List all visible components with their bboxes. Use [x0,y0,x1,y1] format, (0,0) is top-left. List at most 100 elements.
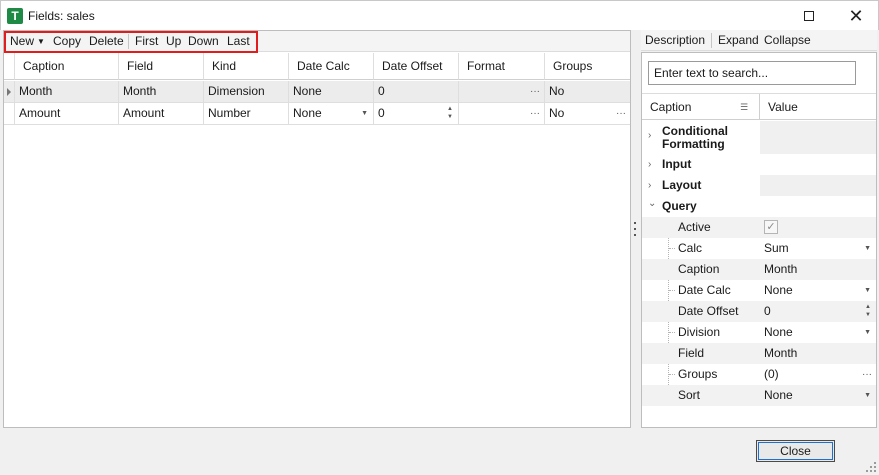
cell-kind[interactable]: Dimension [204,81,289,103]
chevron-right-icon[interactable]: › [648,129,651,142]
up-button[interactable]: Up [166,34,181,48]
property-row-sort[interactable]: Sort None ▼ [642,385,876,406]
ellipsis-icon[interactable]: ··· [530,81,540,102]
window-title: Fields: sales [28,9,95,23]
property-value-text: None [764,283,793,297]
first-button[interactable]: First [135,34,158,48]
property-row-groups[interactable]: Groups (0) ··· [642,364,876,385]
col-header-date-offset[interactable]: Date Offset [374,53,459,80]
cell-kind[interactable]: Number [204,103,289,125]
cell-field[interactable]: Amount [119,103,204,125]
last-button[interactable]: Last [227,34,250,48]
spin-arrows-icon[interactable]: ▲ ▼ [865,303,871,319]
property-value[interactable]: Month [760,343,876,364]
cell-date-calc-value: None [293,106,322,120]
property-search-input[interactable] [648,61,856,85]
col-header-date-calc[interactable]: Date Calc [289,53,374,80]
current-row-arrow-icon [7,88,11,96]
property-value[interactable]: Sum ▼ [760,238,876,259]
property-row-date-calc[interactable]: Date Calc None ▼ [642,280,876,301]
chevron-right-icon[interactable]: › [648,154,651,175]
col-header-caption[interactable]: Caption [15,53,119,80]
new-button[interactable]: New ▼ [10,34,45,48]
property-value[interactable]: ✓ [760,217,876,238]
col-header-format[interactable]: Format [459,53,545,80]
property-value[interactable]: None ▼ [760,322,876,343]
chevron-down-icon[interactable]: ⌄ [648,193,656,214]
copy-button[interactable]: Copy [53,34,81,48]
expand-button[interactable]: Expand [718,33,759,47]
chevron-down-icon[interactable]: ▼ [864,238,871,259]
maximize-button[interactable] [786,1,832,31]
category-label: › Layout [642,175,760,196]
prop-col-header-value[interactable]: Value [760,94,876,120]
property-value[interactable]: None ▼ [760,385,876,406]
close-button[interactable]: Close [756,440,835,462]
category-label: › Input [642,154,760,175]
property-value-text: None [764,325,793,339]
spin-arrows-icon[interactable]: ▲ ▼ [447,105,453,121]
splitter-grip-icon[interactable] [634,222,637,236]
property-caption: Division [678,325,721,339]
close-window-button[interactable]: ✕ [833,1,879,31]
toolbar-divider [711,33,712,48]
category-layout[interactable]: › Layout [642,175,876,196]
cell-caption[interactable]: Month [15,81,119,103]
property-value-text: (0) [764,367,779,381]
resize-grip-icon[interactable] [866,462,876,472]
delete-button[interactable]: Delete [89,34,124,48]
col-header-kind[interactable]: Kind [204,53,289,80]
cell-format[interactable]: ··· [459,81,545,103]
cell-date-calc[interactable]: None ▼ [289,103,374,125]
cell-date-offset[interactable]: 0 [374,81,459,103]
toolbar-divider [128,34,129,49]
cell-date-calc[interactable]: None [289,81,374,103]
property-row-caption[interactable]: Caption Month [642,259,876,280]
property-caption: Date Calc [678,283,731,297]
chevron-down-icon[interactable]: ▼ [361,103,368,124]
category-label-text: Layout [662,178,702,192]
cell-groups[interactable]: No [545,81,630,103]
ellipsis-icon[interactable]: ··· [862,364,872,385]
col-header-field[interactable]: Field [119,53,204,80]
chevron-down-icon[interactable]: ▼ [864,280,871,301]
sort-icon[interactable]: ☰ [740,94,748,120]
property-row-calc[interactable]: Calc Sum ▼ [642,238,876,259]
col-header-groups[interactable]: Groups [545,53,630,80]
chevron-down-icon[interactable]: ▼ [864,322,871,343]
property-row-date-offset[interactable]: Date Offset 0 ▲ ▼ [642,301,876,322]
property-value[interactable]: 0 ▲ ▼ [760,301,876,322]
table-row[interactable]: Month Month Dimension None 0 ··· No [4,81,630,103]
property-caption: Calc [678,241,703,255]
category-query[interactable]: ⌄ Query [642,196,876,217]
property-row-active[interactable]: Active ✓ [642,217,876,238]
fields-toolbar: New ▼ Copy Delete First Up Down Last [4,31,630,52]
property-value[interactable]: (0) ··· [760,364,876,385]
cell-groups[interactable]: No ··· [545,103,630,125]
checkbox-checked-icon[interactable]: ✓ [764,220,778,234]
category-conditional-formatting[interactable]: › Conditional Formatting [642,121,876,154]
property-caption: Groups [678,367,718,381]
cell-format[interactable]: ··· [459,103,545,125]
cell-field[interactable]: Month [119,81,204,103]
category-value [760,154,876,175]
collapse-button[interactable]: Collapse [764,33,811,47]
category-input[interactable]: › Input [642,154,876,175]
chevron-down-icon[interactable]: ▼ [864,385,871,406]
property-row-field[interactable]: Field Month [642,343,876,364]
property-value[interactable]: None ▼ [760,280,876,301]
property-value-text: None [764,388,793,402]
description-button[interactable]: Description [645,33,705,47]
property-value[interactable]: Month [760,259,876,280]
category-label-text: Conditional Formatting [662,124,728,151]
down-button[interactable]: Down [188,34,219,48]
chevron-down-icon: ▼ [37,37,45,46]
category-value [760,175,876,196]
prop-col-header-caption[interactable]: Caption ☰ [642,94,760,120]
table-row[interactable]: Amount Amount Number None ▼ 0 ▲ ▼ ··· No ··· [4,103,630,125]
property-row-division[interactable]: Division None ▼ [642,322,876,343]
ellipsis-icon[interactable]: ··· [530,103,540,124]
cell-date-offset[interactable]: 0 ▲ ▼ [374,103,459,125]
ellipsis-icon[interactable]: ··· [616,103,626,124]
cell-caption[interactable]: Amount [15,103,119,125]
